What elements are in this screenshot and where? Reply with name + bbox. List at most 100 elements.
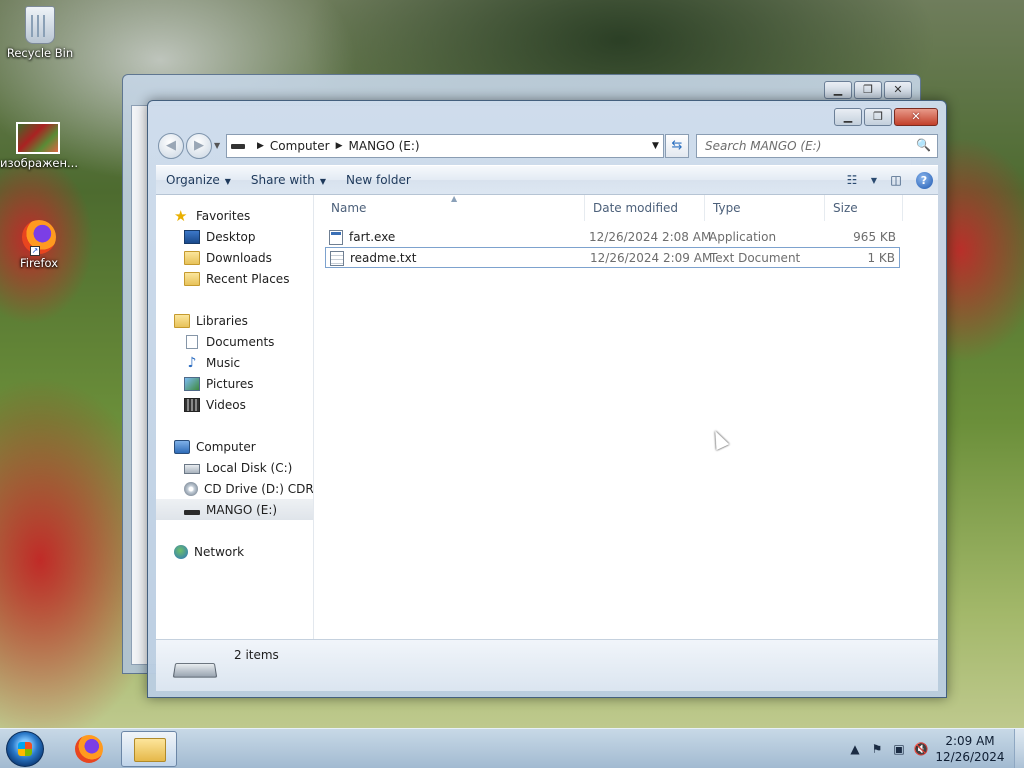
show-desktop-button[interactable] <box>1014 729 1024 768</box>
column-header-type[interactable]: Type <box>705 195 825 221</box>
nav-item-videos[interactable]: Videos <box>156 394 313 415</box>
view-options-dropdown[interactable]: ▼ <box>866 168 882 192</box>
usb-drive-icon <box>172 663 218 678</box>
usb-drive-icon <box>184 509 200 515</box>
nav-item-recent-places[interactable]: Recent Places <box>156 268 313 289</box>
sort-up-icon: ▲ <box>451 194 458 203</box>
change-view-button[interactable]: ☷ <box>838 168 866 192</box>
file-size: 1 KB <box>867 251 895 265</box>
minimize-icon: ▁ <box>843 110 853 123</box>
maximize-button[interactable]: ❐ <box>854 81 882 99</box>
desktop-icon-firefox[interactable]: ↗ Firefox <box>1 220 77 270</box>
refresh-icon: ⇆ <box>671 138 683 153</box>
documents-icon <box>186 334 198 349</box>
taskbar-explorer-button[interactable] <box>121 731 177 767</box>
back-arrow-icon: ◀ <box>166 138 176 153</box>
nav-item-local-disk[interactable]: Local Disk (C:) <box>156 457 313 478</box>
close-button[interactable]: ✕ <box>894 108 938 126</box>
search-box[interactable]: 🔍 <box>696 134 938 158</box>
breadcrumb-arrow-icon[interactable]: ▶ <box>257 141 264 151</box>
videos-icon <box>184 397 200 412</box>
breadcrumb-computer[interactable]: Computer <box>270 139 330 153</box>
nav-label: Computer <box>196 439 256 454</box>
nav-label: Videos <box>206 397 246 412</box>
organize-label: Organize <box>166 173 220 187</box>
search-input[interactable] <box>697 135 907 157</box>
firefox-icon <box>75 735 103 763</box>
firefox-icon: ↗ <box>22 220 56 256</box>
breadcrumb-arrow-icon[interactable]: ▶ <box>336 141 343 151</box>
text-file-icon <box>330 250 344 266</box>
chevron-down-icon: ▼ <box>224 177 231 186</box>
back-button[interactable]: ◀ <box>158 133 184 159</box>
address-bar[interactable]: ▶ Computer ▶ MANGO (E:) ▼ <box>226 134 664 158</box>
taskbar-firefox-button[interactable] <box>61 731 117 767</box>
nav-favorites[interactable]: ★ Favorites <box>156 205 313 226</box>
file-list[interactable]: ▲ Name Date modified Type Size fart.exe 1… <box>315 194 938 639</box>
new-folder-button[interactable]: New folder <box>336 168 421 192</box>
organize-button[interactable]: Organize ▼ <box>156 168 241 192</box>
nav-network[interactable]: Network <box>156 541 313 562</box>
file-name: fart.exe <box>329 227 395 247</box>
column-header-date-modified[interactable]: Date modified <box>585 195 705 221</box>
shortcut-arrow-icon: ↗ <box>30 246 40 256</box>
recent-pages-dropdown[interactable]: ▼ <box>214 141 220 150</box>
minimize-button[interactable]: ▁ <box>834 108 862 126</box>
nav-label: Local Disk (C:) <box>206 460 293 475</box>
desktop-icon-image-file[interactable]: изображен... <box>0 118 78 170</box>
nav-item-pictures[interactable]: Pictures <box>156 373 313 394</box>
maximize-button[interactable]: ❐ <box>864 108 892 126</box>
clock[interactable]: 2:09 AM 12/26/2024 <box>932 733 1008 765</box>
help-button[interactable]: ? <box>910 168 938 192</box>
nav-item-desktop[interactable]: Desktop <box>156 226 313 247</box>
hard-disk-icon <box>184 464 200 474</box>
start-button[interactable] <box>6 731 44 767</box>
window-caption-buttons: ▁ ❐ ✕ <box>832 108 938 126</box>
search-icon[interactable]: 🔍 <box>916 138 931 152</box>
desktop-icon-recycle-bin[interactable]: Recycle Bin <box>2 6 78 60</box>
nav-item-music[interactable]: ♪ Music <box>156 352 313 373</box>
forward-arrow-icon: ▶ <box>194 138 204 153</box>
refresh-button[interactable]: ⇆ <box>665 134 689 158</box>
column-header-size[interactable]: Size <box>825 195 903 221</box>
system-tray: ▲ ⚑ ▣ 🔇 2:09 AM 12/26/2024 <box>844 729 1024 768</box>
breadcrumb-mango-drive[interactable]: MANGO (E:) <box>349 139 420 153</box>
command-bar: Organize ▼ Share with ▼ New folder ☷ ▼ ◫ ? <box>156 165 938 195</box>
nav-item-documents[interactable]: Documents <box>156 331 313 352</box>
nav-computer[interactable]: Computer <box>156 436 313 457</box>
nav-item-cd-drive[interactable]: CD Drive (D:) CDROM <box>156 478 313 499</box>
background-window-caption-buttons: ▁ ❐ ✕ <box>822 81 912 99</box>
nav-libraries[interactable]: Libraries <box>156 310 313 331</box>
preview-pane-button[interactable]: ◫ <box>882 168 910 192</box>
file-row[interactable]: fart.exe 12/26/2024 2:08 AM Application … <box>325 227 900 248</box>
nav-label: MANGO (E:) <box>206 502 278 517</box>
star-icon: ★ <box>174 206 188 225</box>
file-row[interactable]: readme.txt 12/26/2024 2:09 AM Text Docum… <box>325 247 900 268</box>
music-icon: ♪ <box>187 354 197 371</box>
exe-file-icon <box>329 229 343 245</box>
share-with-button[interactable]: Share with ▼ <box>241 168 336 192</box>
pictures-icon <box>184 376 200 391</box>
cd-drive-icon <box>184 481 198 496</box>
volume-muted-icon[interactable]: 🔇 <box>910 742 932 756</box>
minimize-button[interactable]: ▁ <box>824 81 852 99</box>
nav-label: Music <box>206 355 241 370</box>
address-dropdown-icon[interactable]: ▼ <box>647 141 663 151</box>
libraries-icon <box>174 313 190 328</box>
file-name-text: readme.txt <box>350 251 417 265</box>
nav-label: Desktop <box>206 229 256 244</box>
explorer-window: ▁ ❐ ✕ ◀ ▶ ▼ ▶ Computer ▶ MANGO (E:) ▼ ⇆ … <box>147 100 947 698</box>
file-type: Application <box>709 230 777 244</box>
forward-button[interactable]: ▶ <box>186 133 212 159</box>
show-hidden-icons-button[interactable]: ▲ <box>844 742 866 756</box>
close-button[interactable]: ✕ <box>884 81 912 99</box>
navigation-pane[interactable]: ★ Favorites Desktop Downloads Recent Plac… <box>156 195 314 639</box>
desktop-icon-label: изображен... <box>0 156 78 170</box>
column-header-name[interactable]: ▲ Name <box>323 194 585 221</box>
action-center-flag-icon[interactable]: ⚑ <box>866 742 888 756</box>
network-status-icon[interactable]: ▣ <box>888 742 910 756</box>
nav-item-downloads[interactable]: Downloads <box>156 247 313 268</box>
explorer-content: ★ Favorites Desktop Downloads Recent Plac… <box>156 194 938 639</box>
network-icon <box>174 544 188 559</box>
nav-item-mango-drive[interactable]: MANGO (E:) <box>156 499 313 520</box>
